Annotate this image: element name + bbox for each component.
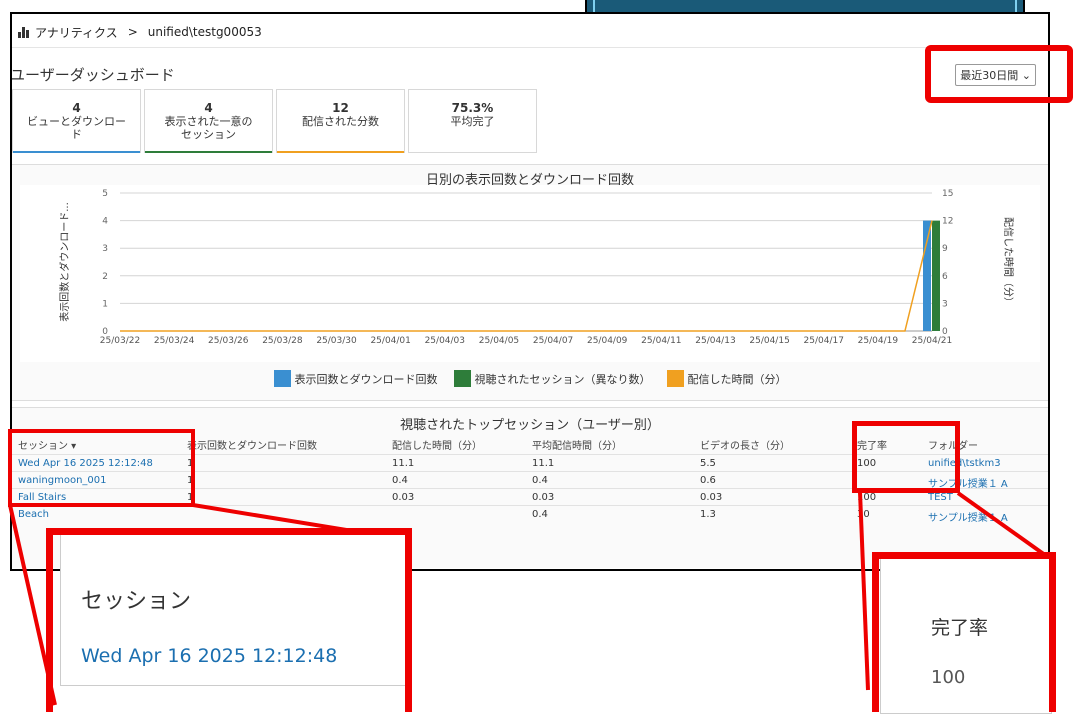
highlight-zoom-right — [872, 552, 1056, 712]
connector-line-right-1 — [858, 491, 870, 691]
highlight-zoom-left — [46, 528, 412, 712]
connector-line-right-2 — [956, 491, 1054, 562]
